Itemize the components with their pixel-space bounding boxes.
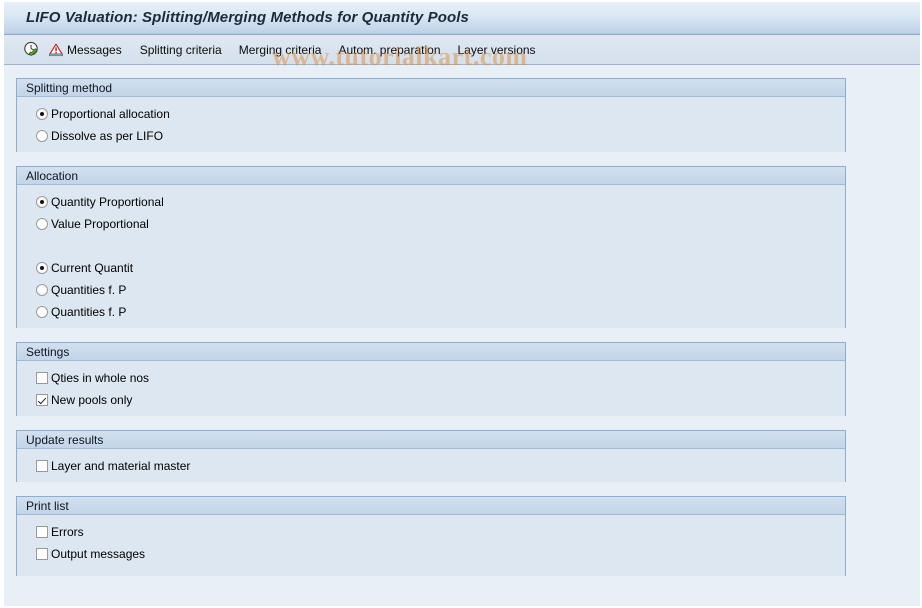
checkbox-label: Layer and material master [51,458,191,473]
checkbox-layer-and-material-master[interactable]: Layer and material master [36,458,190,474]
panel-print-list: Print list Errors Output messages [16,496,846,576]
radio-indicator [36,130,48,142]
radio-indicator [36,218,48,230]
merging-criteria-label: Merging criteria [238,42,322,57]
radio-proportional-allocation[interactable]: Proportional allocation [36,106,170,122]
panel-title-update-results: Update results [17,431,845,449]
merging-criteria-button[interactable]: Merging criteria [239,43,322,57]
panel-title-print-list: Print list [17,497,845,515]
radio-indicator [36,108,48,120]
panel-title-allocation: Allocation [17,167,845,185]
messages-warning-icon [49,43,63,56]
panel-allocation: Allocation Quantity Proportional Value P… [16,166,846,328]
checkbox-indicator [36,526,48,538]
layer-versions-label: Layer versions [457,42,536,57]
radio-label: Value Proportional [51,216,149,231]
checkbox-label: New pools only [51,392,133,407]
checkbox-errors[interactable]: Errors [36,524,84,540]
execute-button[interactable] [21,40,41,60]
radio-indicator [36,196,48,208]
application-toolbar: Messages Splitting criteria Merging crit… [4,35,920,65]
checkbox-label: Qties in whole nos [51,370,150,385]
checkbox-label: Errors [51,524,84,539]
splitting-criteria-button[interactable]: Splitting criteria [140,43,222,57]
radio-quantities-f-p-1[interactable]: Quantities f. P [36,282,126,298]
autom-preparation-button[interactable]: Autom. preparation [338,43,440,57]
radio-label: Quantity Proportional [51,194,164,209]
radio-indicator [36,306,48,318]
checkbox-indicator [36,394,48,406]
checkbox-indicator [36,460,48,472]
checkbox-new-pools-only[interactable]: New pools only [36,392,132,408]
checkbox-indicator [36,548,48,560]
radio-indicator [36,284,48,296]
radio-label: Current Quantit [51,260,134,275]
autom-preparation-label: Autom. preparation [338,42,441,57]
radio-indicator [36,262,48,274]
panel-update-results: Update results Layer and material master [16,430,846,482]
radio-label: Quantities f. P [51,282,127,297]
panel-title-settings: Settings [17,343,845,361]
checkbox-label: Output messages [51,546,146,561]
panel-settings: Settings Qties in whole nos New pools on… [16,342,846,416]
radio-value-proportional[interactable]: Value Proportional [36,216,149,232]
radio-current-quantit[interactable]: Current Quantit [36,260,133,276]
checkbox-qties-in-whole-nos[interactable]: Qties in whole nos [36,370,149,386]
radio-label: Proportional allocation [51,106,170,121]
radio-label: Quantities f. P [51,304,127,319]
panel-title-splitting-method: Splitting method [17,79,845,97]
radio-label: Dissolve as per LIFO [51,128,164,143]
radio-quantities-f-p-2[interactable]: Quantities f. P [36,304,126,320]
radio-dissolve-as-per-lifo[interactable]: Dissolve as per LIFO [36,128,163,144]
panel-splitting-method: Splitting method Proportional allocation… [16,78,846,152]
messages-button[interactable]: Messages [48,42,122,58]
window-title-bar: LIFO Valuation: Splitting/Merging Method… [4,2,920,35]
radio-quantity-proportional[interactable]: Quantity Proportional [36,194,164,210]
checkbox-output-messages[interactable]: Output messages [36,546,145,562]
execute-clock-check-icon [23,41,38,56]
splitting-criteria-label: Splitting criteria [139,42,222,57]
page-title: LIFO Valuation: Splitting/Merging Method… [26,9,469,26]
sap-window: LIFO Valuation: Splitting/Merging Method… [0,0,922,608]
checkbox-indicator [36,372,48,384]
messages-label: Messages [67,42,122,57]
content-area: Splitting method Proportional allocation… [4,66,920,606]
layer-versions-button[interactable]: Layer versions [458,43,536,57]
